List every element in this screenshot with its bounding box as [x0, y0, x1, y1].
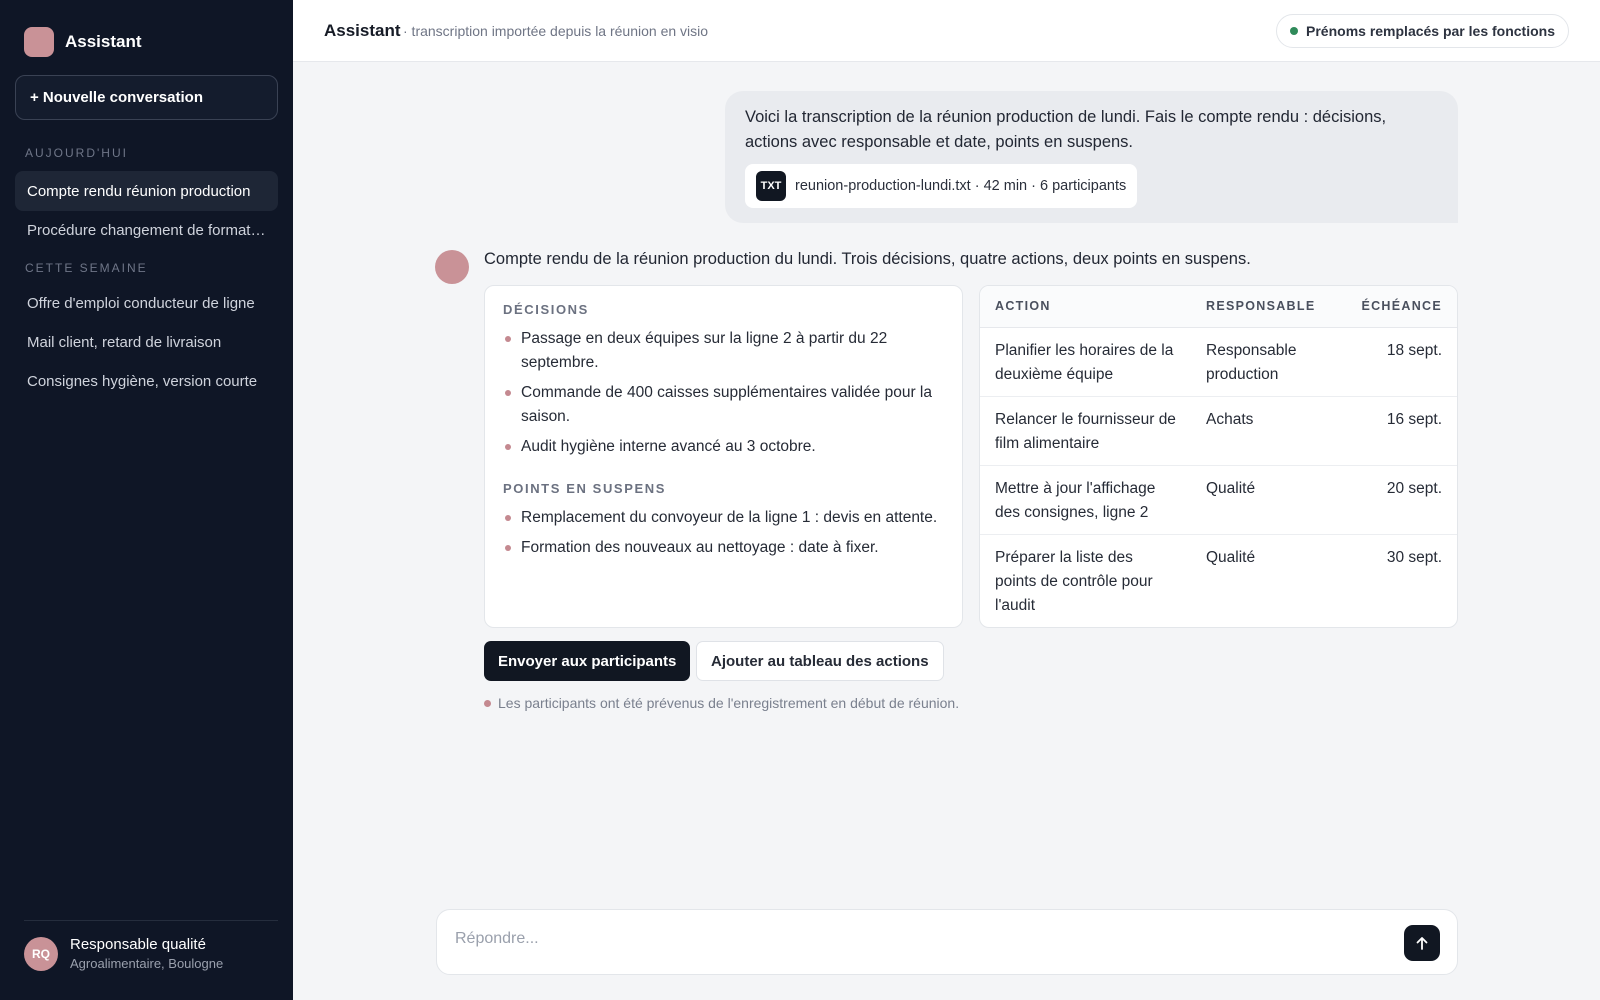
actions-table: ACTION RESPONSABLE ÉCHÉANCE Planifier le… — [980, 286, 1457, 627]
attachment-meta: reunion-production-lundi.txt · 42 min · … — [795, 178, 1127, 194]
cell-action: Mettre à jour l'affichage des consignes,… — [980, 465, 1191, 535]
list-item: Commande de 400 caisses supplémentaires … — [503, 381, 944, 429]
cell-owner: Qualité — [1191, 465, 1341, 535]
conversation-item-label: Procédure changement de format de carton — [27, 221, 278, 239]
section-label-today: AUJOURD'HUI — [25, 146, 128, 160]
brand: Assistant — [24, 27, 142, 57]
cell-due: 18 sept. — [1341, 327, 1457, 397]
page-title: Assistant — [324, 21, 401, 40]
cell-due: 30 sept. — [1386, 548, 1442, 566]
table-row: Planifier les horaires de la deuxième éq… — [980, 327, 1457, 397]
new-conversation-button[interactable]: + Nouvelle conversation — [15, 75, 278, 120]
pending-list: Remplacement du convoyeur de la ligne 1 … — [503, 506, 944, 560]
recording-notice: Les participants ont été prévenus de l'e… — [484, 695, 959, 711]
txt-file-icon: TXT — [756, 171, 786, 201]
decisions-list: Passage en deux équipes sur la ligne 2 à… — [503, 327, 944, 459]
assistant-avatar — [435, 250, 469, 284]
user-org: Agroalimentaire, Boulogne — [70, 956, 224, 971]
status-dot-icon — [1290, 27, 1299, 35]
cell-action: Préparer la liste des points de contrôle… — [995, 548, 1153, 614]
sidebar-divider — [24, 920, 278, 921]
avatar: RQ — [24, 936, 58, 971]
logo-icon — [24, 27, 54, 57]
composer — [436, 909, 1458, 975]
attachment-chip[interactable]: TXT reunion-production-lundi.txt · 42 mi… — [745, 164, 1138, 208]
list-item: Remplacement du convoyeur de la ligne 1 … — [503, 506, 944, 530]
decisions-heading: DÉCISIONS — [503, 302, 589, 317]
conversation-item-label: Offre d'emploi conducteur de ligne — [27, 294, 255, 312]
column-header-owner: RESPONSABLE — [1191, 286, 1341, 328]
list-item: Formation des nouveaux au nettoyage : da… — [503, 536, 944, 560]
conversation-item[interactable]: Consignes hygiène, version courte — [15, 361, 278, 401]
user-profile[interactable]: RQ Responsable qualité Agroalimentaire, … — [24, 936, 223, 971]
cell-owner: Achats — [1191, 396, 1341, 466]
assistant-intro-text: Compte rendu de la réunion production du… — [484, 250, 1251, 268]
cell-due: 16 sept. — [1341, 396, 1457, 466]
conversation-item[interactable]: Procédure changement de format de carton — [15, 210, 278, 250]
user-message-text: Voici la transcription de la réunion pro… — [745, 108, 1387, 151]
column-header-action: ACTION — [980, 286, 1191, 328]
conversation-item[interactable]: Mail client, retard de livraison — [15, 322, 278, 362]
arrow-up-icon — [1416, 937, 1428, 950]
column-header-due: ÉCHÉANCE — [1341, 286, 1457, 328]
list-item: Audit hygiène interne avancé au 3 octobr… — [503, 435, 944, 459]
user-message: Voici la transcription de la réunion pro… — [725, 91, 1458, 223]
pending-heading: POINTS EN SUSPENS — [503, 481, 667, 496]
cell-owner: Responsable production — [1191, 327, 1341, 397]
section-label-this-week: CETTE SEMAINE — [25, 261, 148, 275]
conversation-item-label: Mail client, retard de livraison — [27, 333, 222, 351]
app-name: Assistant — [65, 32, 142, 51]
cell-action: Planifier les horaires de la deuxième éq… — [980, 327, 1191, 397]
list-item: Passage en deux équipes sur la ligne 2 à… — [503, 327, 944, 375]
user-name: Responsable qualité — [70, 936, 206, 953]
privacy-status-badge: Prénoms remplacés par les fonctions — [1276, 14, 1569, 48]
add-to-action-board-button[interactable]: Ajouter au tableau des actions — [696, 641, 944, 681]
actions-card: ACTION RESPONSABLE ÉCHÉANCE Planifier le… — [979, 285, 1458, 628]
table-row: Relancer le fournisseur de film alimenta… — [980, 396, 1457, 466]
page-subtitle: · transcription importée depuis la réuni… — [403, 23, 709, 39]
reply-input[interactable] — [455, 930, 1355, 948]
privacy-badge-label: Prénoms remplacés par les fonctions — [1306, 23, 1555, 39]
send-button[interactable] — [1404, 925, 1440, 961]
table-header-row: ACTION RESPONSABLE ÉCHÉANCE — [980, 286, 1457, 328]
decisions-card: DÉCISIONS Passage en deux équipes sur la… — [484, 285, 963, 628]
conversation-item-label: Consignes hygiène, version courte — [27, 372, 258, 390]
cell-action: Relancer le fournisseur de film alimenta… — [980, 396, 1191, 466]
table-row: Mettre à jour l'affichage des consignes,… — [980, 465, 1457, 535]
conversation-item[interactable]: Offre d'emploi conducteur de ligne — [15, 283, 278, 323]
table-row: Préparer la liste des points de contrôle… — [980, 534, 1457, 627]
cell-owner: Qualité — [1206, 548, 1256, 566]
cell-due: 20 sept. — [1341, 465, 1457, 535]
recording-notice-text: Les participants ont été prévenus de l'e… — [498, 695, 960, 711]
sidebar: Assistant + Nouvelle conversation AUJOUR… — [0, 0, 293, 1000]
conversation-item-active[interactable]: Compte rendu réunion production — [15, 171, 278, 211]
conversation-item-label: Compte rendu réunion production — [27, 182, 251, 200]
notice-dot-icon — [484, 699, 491, 707]
top-bar: Assistant · transcription importée depui… — [293, 0, 1600, 62]
send-to-participants-button[interactable]: Envoyer aux participants — [484, 641, 691, 681]
